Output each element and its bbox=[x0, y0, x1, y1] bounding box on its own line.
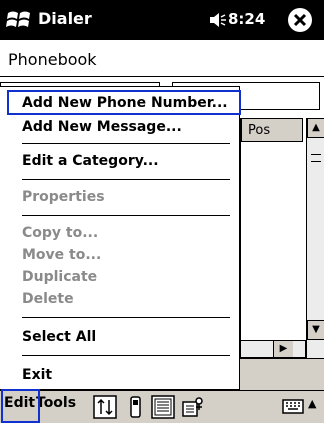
speaker-icon[interactable] bbox=[208, 10, 228, 30]
horizontal-scrollbar[interactable]: ▶ bbox=[240, 340, 306, 358]
close-icon[interactable] bbox=[286, 6, 314, 34]
contacts-icon[interactable] bbox=[180, 394, 206, 420]
scroll-right-icon[interactable]: ▶ bbox=[273, 341, 293, 357]
menu-separator bbox=[22, 179, 230, 180]
title-bar: Dialer 8:24 bbox=[0, 0, 324, 40]
keyboard-icon[interactable] bbox=[282, 397, 304, 415]
sort-icon[interactable] bbox=[92, 394, 118, 420]
menu-item-add-new-message[interactable]: Add New Message... bbox=[22, 119, 182, 135]
menu-item-exit[interactable]: Exit bbox=[22, 367, 52, 383]
command-bar: Edit Tools ▲ bbox=[0, 390, 324, 423]
menu-item-delete[interactable]: Delete bbox=[22, 291, 74, 307]
menu-item-properties[interactable]: Properties bbox=[22, 189, 105, 205]
page-title: Phonebook bbox=[8, 50, 97, 69]
menu-separator bbox=[22, 215, 230, 216]
windows-flag-icon[interactable] bbox=[4, 5, 34, 35]
scroll-up-icon[interactable]: ▲ bbox=[307, 118, 324, 138]
menu-separator bbox=[22, 143, 230, 144]
menu-separator bbox=[22, 317, 230, 318]
menu-item-move-to[interactable]: Move to... bbox=[22, 247, 101, 263]
clock[interactable]: 8:24 bbox=[228, 10, 265, 28]
menu-item-duplicate[interactable]: Duplicate bbox=[22, 269, 97, 285]
scroll-down-icon[interactable]: ▼ bbox=[307, 320, 324, 340]
scroll-thumb[interactable] bbox=[311, 154, 321, 162]
list-view-icon[interactable] bbox=[150, 394, 176, 420]
column-header-pos[interactable]: Pos bbox=[241, 118, 303, 142]
vertical-scrollbar[interactable]: ▲ ▼ bbox=[306, 118, 324, 358]
app-title: Dialer bbox=[38, 9, 92, 28]
tools-menu-button[interactable]: Tools bbox=[36, 395, 76, 411]
highlight-box bbox=[1, 389, 40, 423]
phone-icon[interactable] bbox=[122, 394, 148, 420]
grid-footer bbox=[240, 358, 324, 390]
divider bbox=[0, 76, 324, 77]
highlight-box bbox=[7, 90, 241, 115]
menu-item-edit-category[interactable]: Edit a Category... bbox=[22, 153, 159, 169]
menu-item-select-all[interactable]: Select All bbox=[22, 329, 96, 345]
menu-separator bbox=[22, 355, 230, 356]
menu-item-copy-to[interactable]: Copy to... bbox=[22, 225, 98, 241]
input-selector-up-icon[interactable]: ▲ bbox=[308, 397, 316, 410]
edit-menu: Add New Phone Number... Add New Message.… bbox=[0, 86, 240, 390]
